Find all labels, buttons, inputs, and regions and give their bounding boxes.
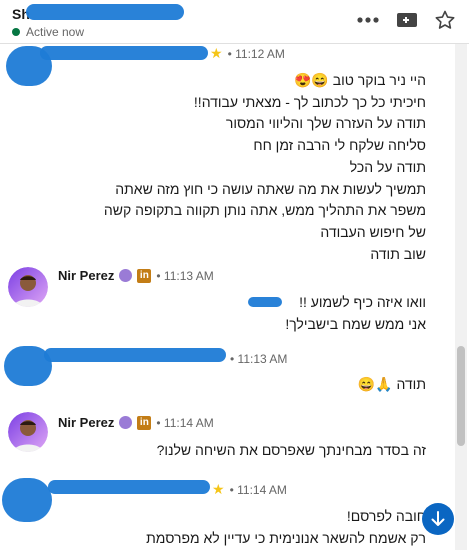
premium-star-icon: ★	[212, 481, 225, 497]
verified-badge-icon	[119, 269, 133, 282]
message-body: תודה 🙏😄	[358, 374, 426, 396]
message-line: משפר את התהליך ממש, אתה נותן תקווה בתקופ…	[103, 202, 426, 219]
message-line: תודה על הכל	[349, 158, 426, 175]
premium-star-icon: ★	[210, 45, 223, 61]
more-options-icon[interactable]	[357, 17, 379, 23]
message-meta: ★ • 11:14 AM	[212, 481, 287, 498]
message-time: • 11:13 AM	[230, 352, 288, 366]
linkedin-premium-icon: in	[137, 268, 152, 283]
message-line: סליחה שלקח לי הרבה זמן חח	[253, 137, 426, 154]
message-line: וואו איזה כיף לשמוע !!	[299, 294, 426, 310]
sender-name[interactable]: Nir Perez	[58, 415, 114, 430]
message-meta: Nir Perez in • 11:13 AM	[58, 268, 214, 283]
verified-badge-icon	[119, 416, 133, 429]
message-group: • 11:13 AM תודה 🙏😄	[0, 344, 450, 404]
scrollbar-thumb[interactable]	[457, 346, 465, 446]
avatar[interactable]	[8, 412, 48, 452]
sender-name[interactable]: Nir Perez	[58, 268, 114, 283]
message-body: היי ניר בוקר טוב 😄😍 חיכיתי כל כך לכתוב ל…	[104, 70, 426, 265]
header-actions	[357, 10, 455, 30]
message-line: חובה לפרסם!	[346, 508, 426, 524]
message-meta: Nir Perez in • 11:14 AM	[58, 415, 214, 430]
message-line: תודה 🙏😄	[357, 376, 426, 392]
message-group: ★ • 11:14 AM חובה לפרסם! רק אשמח להשאר א…	[0, 470, 450, 550]
scrollbar[interactable]	[455, 44, 467, 550]
message-meta: • 11:13 AM	[230, 352, 287, 366]
arrow-down-icon	[431, 511, 445, 526]
redacted-avatar	[2, 478, 52, 522]
video-call-icon[interactable]	[397, 12, 417, 28]
message-line: חיכיתי כל כך לכתוב לך - מצאתי עבודה!!	[193, 93, 426, 110]
message-time: • 11:14 AM	[229, 482, 287, 497]
redaction-scribble	[248, 297, 282, 307]
message-body: חובה לפרסם! רק אשמח להשאר אנונימית כי עד…	[146, 506, 426, 549]
message-line: תמשיך לעשות את מה שאתה עושה כי חוץ מזה ש…	[115, 180, 426, 197]
linkedin-premium-icon: in	[137, 415, 152, 430]
conversation-header: Sh Active now	[0, 0, 469, 44]
message-line: של חיפוש העבודה	[320, 223, 426, 240]
scroll-to-bottom-button[interactable]	[422, 503, 454, 535]
avatar[interactable]	[8, 267, 48, 307]
redacted-sender-name	[40, 46, 208, 60]
redaction-scribble	[26, 4, 184, 20]
message-time: • 11:14 AM	[156, 415, 214, 430]
message-time: • 11:12 AM	[227, 46, 285, 61]
redacted-sender-name	[48, 480, 210, 494]
message-line: רק אשמח להשאר אנונימית כי עדיין לא מפרסמ…	[146, 529, 426, 546]
message-line: שוב תודה	[370, 245, 426, 262]
presence-status: Active now	[12, 25, 84, 39]
message-group: Nir Perez in • 11:14 AM זה בסדר מבחינתך …	[0, 404, 450, 470]
message-line: תודה על העזרה שלך והליווי המסור	[225, 115, 426, 132]
message-meta: ★ • 11:12 AM	[210, 45, 285, 62]
redacted-sender-name	[44, 348, 226, 362]
online-dot-icon	[12, 28, 20, 36]
message-line: אני ממש שמח בישבילך!	[285, 315, 426, 332]
message-body: זה בסדר מבחינתך שאפרסם את השיחה שלנו?	[157, 440, 426, 462]
status-text: Active now	[26, 25, 85, 39]
message-group: ★ • 11:12 AM היי ניר בוקר טוב 😄😍 חיכיתי …	[0, 44, 450, 264]
message-body: וואו איזה כיף לשמוע !! אני ממש שמח בישבי…	[285, 292, 426, 335]
message-time: • 11:13 AM	[156, 268, 214, 283]
message-line: זה בסדר מבחינתך שאפרסם את השיחה שלנו?	[156, 442, 426, 458]
message-group: Nir Perez in • 11:13 AM וואו איזה כיף לש…	[0, 264, 450, 344]
message-line: היי ניר בוקר טוב 😄😍	[293, 72, 426, 88]
star-icon[interactable]	[435, 10, 455, 30]
